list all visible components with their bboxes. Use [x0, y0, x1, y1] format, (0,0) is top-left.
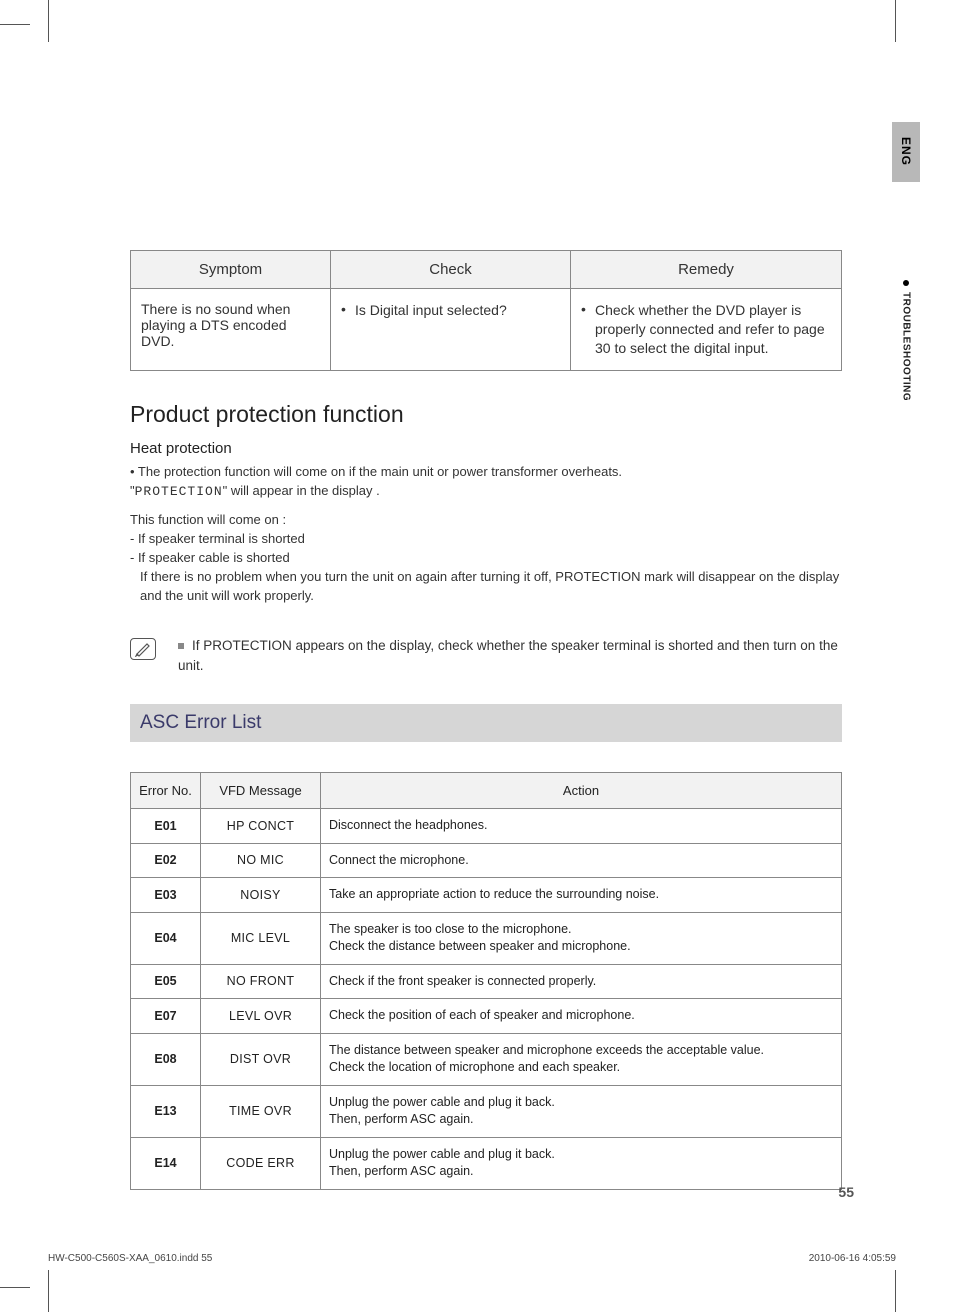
footer-timestamp: 2010-06-16 4:05:59	[809, 1253, 896, 1264]
col-vfd-message: VFD Message	[201, 773, 321, 809]
cell-vfd-message: NOISY	[201, 878, 321, 913]
cell-vfd-message: NO MIC	[201, 843, 321, 878]
table-row: E05NO FRONTCheck if the front speaker is…	[131, 964, 842, 999]
crop-mark	[895, 0, 896, 42]
cell-action: Disconnect the headphones.	[321, 809, 842, 844]
cell-vfd-message: TIME OVR	[201, 1085, 321, 1137]
asc-error-table: Error No. VFD Message Action E01HP CONCT…	[130, 772, 842, 1190]
protection-line: "PROTECTION" will appear in the display …	[130, 482, 842, 502]
cell-error-no: E08	[131, 1033, 201, 1085]
table-row: There is no sound when playing a DTS enc…	[131, 289, 842, 371]
troubleshoot-table: Symptom Check Remedy There is no sound w…	[130, 250, 842, 371]
protection-line: • The protection function will come on i…	[130, 463, 842, 482]
cell-vfd-message: DIST OVR	[201, 1033, 321, 1085]
cell-vfd-message: LEVL OVR	[201, 999, 321, 1034]
cell-error-no: E04	[131, 912, 201, 964]
remedy-text: Check whether the DVD player is properly…	[595, 301, 831, 358]
section-label: TROUBLESHOOTING	[901, 292, 912, 401]
check-text: Is Digital input selected?	[355, 301, 560, 320]
cell-vfd-message: HP CONCT	[201, 809, 321, 844]
protection-line: - If speaker terminal is shorted	[130, 530, 842, 549]
note-text: If PROTECTION appears on the display, ch…	[178, 636, 842, 677]
note-block: If PROTECTION appears on the display, ch…	[130, 636, 842, 677]
cell-action: The distance between speaker and microph…	[321, 1033, 842, 1085]
cell-action: The speaker is too close to the micropho…	[321, 912, 842, 964]
page-content: Symptom Check Remedy There is no sound w…	[130, 250, 842, 1190]
cell-symptom: There is no sound when playing a DTS enc…	[131, 289, 331, 371]
col-error-no: Error No.	[131, 773, 201, 809]
cell-error-no: E14	[131, 1137, 201, 1189]
section-title-protection: Product protection function	[130, 401, 842, 428]
protection-body: • The protection function will come on i…	[130, 463, 842, 606]
table-row: E07LEVL OVRCheck the position of each of…	[131, 999, 842, 1034]
cell-vfd-message: MIC LEVL	[201, 912, 321, 964]
col-check: Check	[331, 251, 571, 289]
language-tab: ENG	[892, 122, 920, 182]
page-number: 55	[838, 1184, 854, 1200]
square-bullet-icon	[178, 643, 184, 649]
cell-action: Check if the front speaker is connected …	[321, 964, 842, 999]
footer: HW-C500-C560S-XAA_0610.indd 55 2010-06-1…	[48, 1253, 896, 1264]
protection-line: This function will come on :	[130, 511, 842, 530]
cell-error-no: E05	[131, 964, 201, 999]
table-row: E14CODE ERRUnplug the power cable and pl…	[131, 1137, 842, 1189]
crop-mark	[48, 1270, 49, 1312]
note-content: If PROTECTION appears on the display, ch…	[178, 638, 838, 673]
crop-mark	[0, 24, 30, 25]
cell-vfd-message: NO FRONT	[201, 964, 321, 999]
cell-action: Take an appropriate action to reduce the…	[321, 878, 842, 913]
note-icon	[130, 638, 156, 660]
cell-error-no: E13	[131, 1085, 201, 1137]
crop-mark	[48, 0, 49, 42]
crop-mark	[0, 1287, 30, 1288]
cell-error-no: E07	[131, 999, 201, 1034]
bullet-icon	[903, 280, 909, 286]
col-symptom: Symptom	[131, 251, 331, 289]
cell-vfd-message: CODE ERR	[201, 1137, 321, 1189]
footer-file: HW-C500-C560S-XAA_0610.indd 55	[48, 1253, 212, 1264]
col-action: Action	[321, 773, 842, 809]
cell-error-no: E03	[131, 878, 201, 913]
cell-action: Unplug the power cable and plug it back.…	[321, 1085, 842, 1137]
cell-error-no: E01	[131, 809, 201, 844]
cell-action: Connect the microphone.	[321, 843, 842, 878]
protection-line: - If speaker cable is shorted	[130, 549, 842, 568]
table-row: E08DIST OVRThe distance between speaker …	[131, 1033, 842, 1085]
subsection-heat: Heat protection	[130, 440, 842, 457]
protection-line: If there is no problem when you turn the…	[130, 568, 842, 606]
cell-action: Unplug the power cable and plug it back.…	[321, 1137, 842, 1189]
table-row: E01HP CONCTDisconnect the headphones.	[131, 809, 842, 844]
table-row: E04MIC LEVLThe speaker is too close to t…	[131, 912, 842, 964]
cell-check: •Is Digital input selected?	[331, 289, 571, 371]
cell-error-no: E02	[131, 843, 201, 878]
table-row: E03NOISYTake an appropriate action to re…	[131, 878, 842, 913]
section-tab: TROUBLESHOOTING	[892, 280, 920, 480]
col-remedy: Remedy	[571, 251, 842, 289]
cell-action: Check the position of each of speaker an…	[321, 999, 842, 1034]
table-row: E13TIME OVRUnplug the power cable and pl…	[131, 1085, 842, 1137]
cell-remedy: •Check whether the DVD player is properl…	[571, 289, 842, 371]
table-row: E02NO MICConnect the microphone.	[131, 843, 842, 878]
crop-mark	[895, 1270, 896, 1312]
asc-title-bar: ASC Error List	[130, 704, 842, 742]
